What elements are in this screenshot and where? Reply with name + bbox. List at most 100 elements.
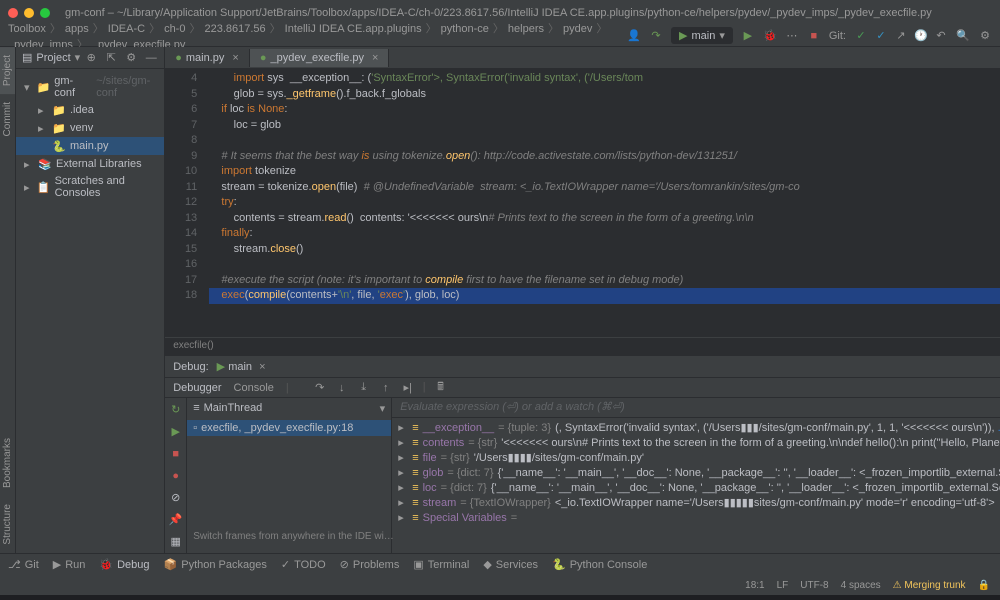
cursor-position[interactable]: 18:1 (745, 580, 764, 591)
run-to-cursor-icon[interactable]: ▸| (401, 381, 415, 395)
project-panel-title: Project (36, 52, 70, 64)
indent-setting[interactable]: 4 spaces (841, 580, 881, 591)
thread-dropdown-icon[interactable]: ▾ (380, 402, 386, 415)
evaluate-input[interactable]: Evaluate expression (⏎) or add a watch (… (392, 398, 1000, 418)
editor-tab[interactable]: ●_pydev_execfile.py× (250, 49, 390, 67)
tree-item[interactable]: ▾📁gm-conf~/sites/gm-conf (16, 73, 164, 101)
breadcrumb-item[interactable]: python-ce (441, 23, 489, 35)
breadcrumb-item[interactable]: apps (65, 23, 89, 35)
minimize-window-button[interactable] (24, 8, 34, 18)
tool-window-services[interactable]: ◆Services (483, 558, 538, 571)
debug-config-tab[interactable]: ▶ main × (209, 358, 274, 375)
line-separator[interactable]: LF (777, 580, 789, 591)
sidebar-tab-bookmarks[interactable]: Bookmarks (0, 430, 15, 496)
window-title: gm-conf – ~/Library/Application Support/… (65, 7, 932, 19)
breadcrumb-item[interactable]: ch-0 (164, 23, 185, 35)
tool-window-python-packages[interactable]: 📦Python Packages (164, 558, 267, 571)
debug-button[interactable]: 🐞 (763, 29, 777, 43)
breadcrumb-item[interactable]: 223.8617.56 (204, 23, 265, 35)
variable-row[interactable]: ▸≡ contents = {str} '<<<<<<< ours\n# Pri… (392, 435, 1000, 450)
close-tab-icon[interactable]: × (232, 52, 238, 64)
select-file-icon[interactable]: ⊕ (84, 51, 98, 65)
close-tab-icon[interactable]: × (372, 52, 378, 64)
window-controls (8, 8, 50, 18)
settings-icon[interactable]: ⚙ (978, 29, 992, 43)
git-rollback-icon[interactable]: ↶ (934, 29, 948, 43)
hammer-icon[interactable]: ↷ (649, 29, 663, 43)
tool-window-run[interactable]: ▶Run (53, 558, 86, 571)
tool-window-todo[interactable]: ✓TODO (281, 558, 326, 571)
status-bar: 18:1 LF UTF-8 4 spaces ⚠ Merging trunk 🔒 (0, 575, 1000, 595)
step-out-icon[interactable]: ↑ (379, 381, 393, 395)
sidebar-tab-project[interactable]: Project (0, 47, 15, 94)
variable-row[interactable]: ▸≡ file = {str} '/Users▮▮▮▮/sites/gm-con… (392, 450, 1000, 465)
tree-item[interactable]: ▸📚External Libraries (16, 155, 164, 173)
variable-row[interactable]: ▸≡ loc = {dict: 7} {'__name__': '__main_… (392, 480, 1000, 495)
run-button[interactable]: ▶ (741, 29, 755, 43)
hide-panel-icon[interactable]: — (144, 51, 158, 65)
resume-button[interactable]: ▶ (168, 424, 184, 440)
git-label: Git: (829, 30, 846, 42)
file-encoding[interactable]: UTF-8 (800, 580, 828, 591)
debugger-tab[interactable]: Debugger (173, 382, 221, 394)
variable-row[interactable]: ▸≡ __exception__ = {tuple: 3} (, SyntaxE… (392, 420, 1000, 435)
stop-debug-button[interactable]: ■ (168, 446, 184, 462)
tool-window-problems[interactable]: ⊘Problems (340, 558, 400, 571)
view-breakpoints-button[interactable]: ● (168, 468, 184, 484)
thread-selector[interactable]: MainThread (204, 402, 263, 414)
variable-row[interactable]: ▸≡ stream = {TextIOWrapper} <_io.TextIOW… (392, 495, 1000, 510)
navigation-bar: Toolbox〉apps〉IDEA-C〉ch-0〉223.8617.56〉Int… (0, 25, 1000, 47)
tool-window-python-console[interactable]: 🐍Python Console (552, 558, 647, 571)
editor-area: ●main.py×●_pydev_execfile.py× 4567891011… (165, 47, 1000, 553)
close-window-button[interactable] (8, 8, 18, 18)
user-icon[interactable]: 👤 (627, 29, 641, 43)
mute-breakpoints-button[interactable]: ⊘ (168, 489, 184, 505)
pin-button[interactable]: 📌 (168, 511, 184, 527)
step-over-icon[interactable]: ↷ (313, 381, 327, 395)
expand-icon[interactable]: ⇱ (104, 51, 118, 65)
sidebar-tab-structure[interactable]: Structure (0, 496, 15, 553)
lock-icon[interactable]: 🔒 (978, 580, 990, 591)
variable-row[interactable]: ▸≡ Special Variables = (392, 510, 1000, 525)
vcs-status[interactable]: ⚠ Merging trunk (893, 580, 966, 591)
search-icon[interactable]: 🔍 (956, 29, 970, 43)
breadcrumb-item[interactable]: IntelliJ IDEA CE.app.plugins (285, 23, 422, 35)
code-area[interactable]: import sys __exception__: ('SyntaxError'… (205, 69, 1000, 337)
editor-tab[interactable]: ●main.py× (165, 49, 250, 67)
layout-button[interactable]: ▦ (168, 533, 184, 549)
git-commit-icon[interactable]: ✓ (874, 29, 888, 43)
tree-item[interactable]: ▸📁.idea (16, 101, 164, 119)
stop-button[interactable]: ■ (807, 29, 821, 43)
step-into-icon[interactable]: ↓ (335, 381, 349, 395)
run-configuration-selector[interactable]: ▶ main ▾ (671, 27, 733, 44)
project-tree[interactable]: ▾📁gm-conf~/sites/gm-conf▸📁.idea▸📁venv🐍ma… (16, 69, 164, 205)
editor-tabs: ●main.py×●_pydev_execfile.py× (165, 47, 1000, 69)
gear-icon[interactable]: ⚙ (124, 51, 138, 65)
git-push-icon[interactable]: ↗ (894, 29, 908, 43)
breadcrumb-item[interactable]: helpers (508, 23, 544, 35)
tool-window-debug[interactable]: 🐞Debug (99, 558, 149, 571)
tool-window-git[interactable]: ⎇Git (8, 558, 39, 571)
tool-window-terminal[interactable]: ▣Terminal (413, 558, 469, 571)
editor-gutter[interactable]: 456789101112131415161718 (165, 69, 205, 337)
git-history-icon[interactable]: 🕐 (914, 29, 928, 43)
maximize-window-button[interactable] (40, 8, 50, 18)
variable-row[interactable]: ▸≡ glob = {dict: 7} {'__name__': '__main… (392, 465, 1000, 480)
breadcrumb-item[interactable]: pydev (563, 23, 592, 35)
step-into-my-icon[interactable]: ⤓ (357, 381, 371, 395)
stack-frame[interactable]: ▫ execfile, _pydev_execfile.py:18 (187, 420, 391, 436)
evaluate-icon[interactable]: 🖩 (434, 381, 448, 395)
sidebar-tab-commit[interactable]: Commit (0, 94, 15, 144)
breadcrumb-item[interactable]: Toolbox (8, 23, 46, 35)
more-run-icon[interactable]: ⋯ (785, 29, 799, 43)
rerun-button[interactable]: ↻ (168, 402, 184, 418)
breadcrumb-item[interactable]: IDEA-C (108, 23, 145, 35)
tree-item[interactable]: ▸📁venv (16, 119, 164, 137)
threads-icon[interactable]: ≡ (193, 402, 199, 414)
tree-item[interactable]: ▸📋Scratches and Consoles (16, 173, 164, 201)
frames-hint: Switch frames from anywhere in the IDE w… (187, 525, 400, 548)
editor-content[interactable]: 456789101112131415161718 import sys __ex… (165, 69, 1000, 337)
git-update-icon[interactable]: ✓ (854, 29, 868, 43)
tree-item[interactable]: 🐍main.py (16, 137, 164, 155)
console-tab[interactable]: Console (234, 382, 274, 394)
